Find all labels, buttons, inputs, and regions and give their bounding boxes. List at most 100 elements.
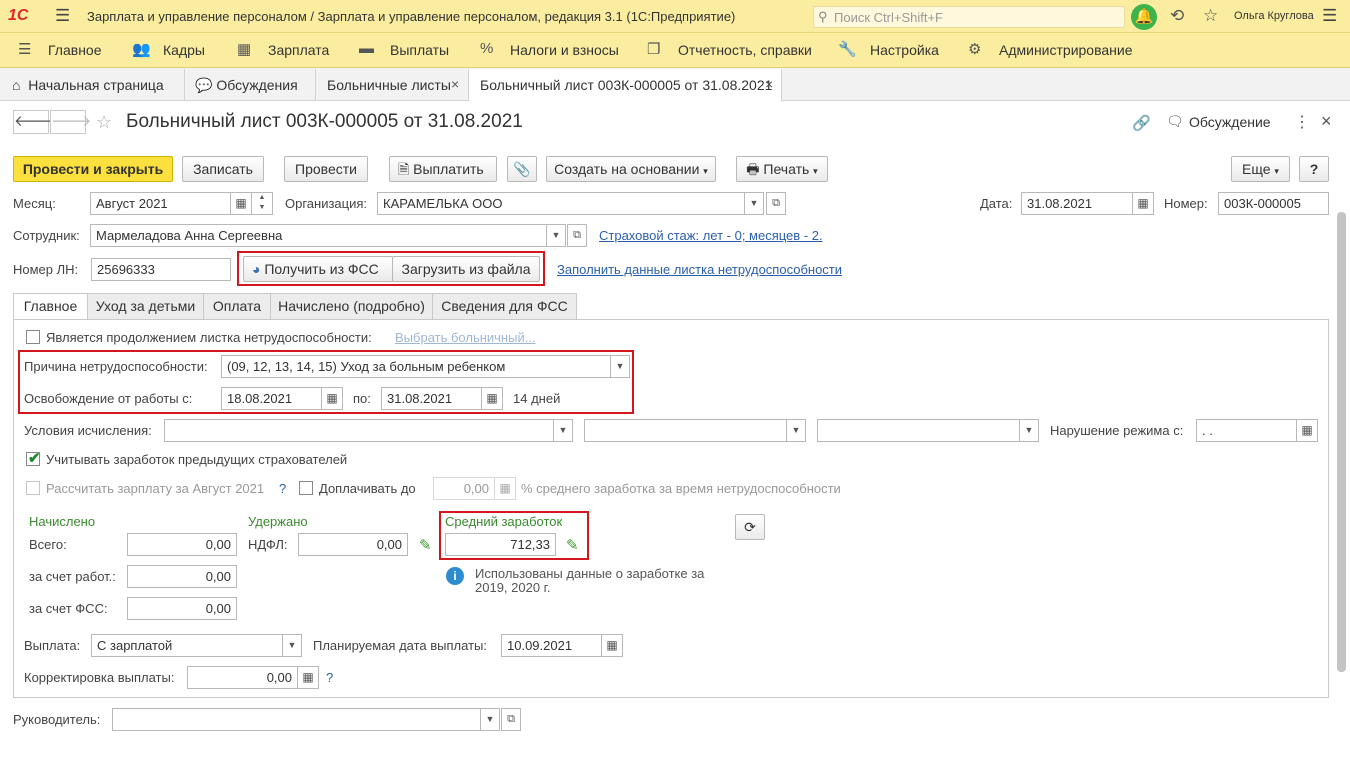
more-button[interactable]: Еще ▾ xyxy=(1231,156,1290,182)
tab-discussions[interactable]: 💬 Обсуждения xyxy=(185,69,316,101)
dropdown-arrow-icon[interactable]: ▼ xyxy=(553,419,573,442)
consider-prev-employers-checkbox[interactable] xyxy=(26,449,41,467)
open-icon[interactable]: ⧉ xyxy=(501,708,521,731)
discussion-link[interactable]: Обсуждение xyxy=(1189,114,1271,130)
menu-taxes[interactable]: Налоги и взносы xyxy=(510,42,619,58)
print-button[interactable]: 🖶 Печать ▾ xyxy=(736,156,828,182)
close-tab-icon[interactable]: × xyxy=(765,76,773,92)
tab-current-document[interactable]: Больничный лист 003К-000005 от 31.08.202… xyxy=(469,69,782,102)
get-from-fss-button[interactable]: ◕ Получить из ФСС xyxy=(243,256,393,282)
calendar-icon[interactable]: ▦ xyxy=(481,387,503,410)
conditions-field-3[interactable] xyxy=(817,419,1020,442)
number-field[interactable]: 003К-000005 xyxy=(1218,192,1329,215)
calculator-icon[interactable]: ▦ xyxy=(297,666,319,689)
form-tab-childcare[interactable]: Уход за детьми xyxy=(87,293,204,320)
month-spinner[interactable]: ▲ ▼ xyxy=(251,192,273,215)
choose-sick-leave-link[interactable]: Выбрать больничный... xyxy=(395,330,536,345)
dropdown-arrow-icon[interactable]: ▼ xyxy=(786,419,806,442)
ln-number-field[interactable]: 25696333 xyxy=(91,258,231,281)
calendar-icon[interactable]: ▦ xyxy=(601,634,623,657)
dropdown-arrow-icon[interactable]: ▼ xyxy=(282,634,302,657)
menu-settings[interactable]: Настройка xyxy=(870,42,939,58)
average-earnings-field[interactable]: 712,33 xyxy=(445,533,556,556)
attach-button[interactable]: 📎 xyxy=(507,156,537,182)
total-accrued-field[interactable]: 0,00 xyxy=(127,533,237,556)
edit-ndfl-pencil-icon[interactable]: ✎ xyxy=(419,536,432,554)
date-field[interactable]: 31.08.2021 xyxy=(1021,192,1133,215)
menu-main[interactable]: Главное xyxy=(48,42,102,58)
form-tab-accrued-detail[interactable]: Начислено (подробно) xyxy=(270,293,433,320)
form-tab-payment[interactable]: Оплата xyxy=(203,293,271,320)
calculator-icon[interactable]: ▦ xyxy=(494,477,516,500)
load-from-file-button[interactable]: Загрузить из файла xyxy=(392,256,540,282)
continuation-checkbox[interactable] xyxy=(26,330,40,344)
top-up-checkbox[interactable] xyxy=(299,481,313,495)
post-button[interactable]: Провести xyxy=(284,156,368,182)
more-actions-icon[interactable]: ⋮ xyxy=(1294,112,1310,132)
employee-field[interactable]: Мармеладова Анна Сергеевна xyxy=(90,224,547,247)
fss-share-field[interactable]: 0,00 xyxy=(127,597,237,620)
create-based-on-button[interactable]: Создать на основании ▾ xyxy=(546,156,716,182)
close-icon[interactable]: × xyxy=(1321,111,1332,132)
calendar-icon[interactable]: ▦ xyxy=(321,387,343,410)
open-icon[interactable]: ⧉ xyxy=(567,224,587,247)
edit-average-pencil-icon[interactable]: ✎ xyxy=(566,536,579,554)
violation-date-field[interactable]: . . xyxy=(1196,419,1297,442)
calendar-icon[interactable]: ▦ xyxy=(1296,419,1318,442)
notifications-bell-icon[interactable]: 🔔 xyxy=(1131,4,1157,30)
calc-salary-help-icon[interactable]: ? xyxy=(279,481,286,496)
form-tab-main[interactable]: Главное xyxy=(13,293,88,320)
form-tab-fss-info[interactable]: Сведения для ФСС xyxy=(432,293,577,320)
correction-help-icon[interactable]: ? xyxy=(326,670,333,685)
correction-field[interactable]: 0,00 xyxy=(187,666,298,689)
payment-field[interactable]: С зарплатой xyxy=(91,634,283,657)
pay-button[interactable]: 🗎 Выплатить xyxy=(389,156,497,182)
reason-field[interactable]: (09, 12, 13, 14, 15) Уход за больным реб… xyxy=(221,355,611,378)
fill-sick-leave-link[interactable]: Заполнить данные листка нетрудоспособнос… xyxy=(557,262,842,277)
menu-salary[interactable]: Зарплата xyxy=(268,42,329,58)
organization-field[interactable]: КАРАМЕЛЬКА ООО xyxy=(377,192,745,215)
top-up-percent-field[interactable]: 0,00 xyxy=(433,477,495,500)
close-tab-icon[interactable]: × xyxy=(451,76,459,92)
open-icon[interactable]: ⧉ xyxy=(766,192,786,215)
dropdown-arrow-icon[interactable]: ▼ xyxy=(480,708,500,731)
forward-button[interactable]: 🡒 xyxy=(50,110,91,134)
menu-payments[interactable]: Выплаты xyxy=(390,42,449,58)
calendar-icon[interactable]: ▦ xyxy=(1132,192,1154,215)
calc-salary-checkbox[interactable] xyxy=(26,481,40,495)
link-icon[interactable]: 🔗 xyxy=(1132,114,1151,132)
dropdown-arrow-icon[interactable]: ▼ xyxy=(1019,419,1039,442)
tab-home[interactable]: ⌂ Начальная страница xyxy=(0,69,185,101)
ndfl-field[interactable]: 0,00 xyxy=(298,533,408,556)
dropdown-arrow-icon[interactable]: ▼ xyxy=(610,355,630,378)
menu-reports[interactable]: Отчетность, справки xyxy=(678,42,812,58)
employer-share-field[interactable]: 0,00 xyxy=(127,565,237,588)
back-button[interactable]: 🡐 xyxy=(13,110,54,134)
main-menu-icon[interactable]: ☰ xyxy=(55,6,70,26)
vertical-scrollbar[interactable] xyxy=(1337,212,1346,672)
dropdown-arrow-icon[interactable]: ▼ xyxy=(744,192,764,215)
search-input[interactable]: ⚲ Поиск Ctrl+Shift+F xyxy=(813,6,1125,28)
conditions-field-2[interactable] xyxy=(584,419,787,442)
favorites-star-icon[interactable]: ☆ xyxy=(1203,6,1218,26)
calendar-icon[interactable]: ▦ xyxy=(230,192,252,215)
release-to-field[interactable]: 31.08.2021 xyxy=(381,387,482,410)
save-button[interactable]: Записать xyxy=(182,156,264,182)
dropdown-arrow-icon[interactable]: ▼ xyxy=(546,224,566,247)
tab-sick-leaves[interactable]: Больничные листы × xyxy=(316,69,469,101)
insurance-experience-link[interactable]: Страховой стаж: лет - 0; месяцев - 2. xyxy=(599,228,823,243)
favorite-star-icon[interactable]: ☆ xyxy=(96,112,112,133)
month-field[interactable]: Август 2021 xyxy=(90,192,231,215)
post-and-close-button[interactable]: Провести и закрыть xyxy=(13,156,173,182)
planned-date-field[interactable]: 10.09.2021 xyxy=(501,634,602,657)
conditions-field-1[interactable] xyxy=(164,419,554,442)
release-from-field[interactable]: 18.08.2021 xyxy=(221,387,322,410)
history-icon[interactable]: ⟲ xyxy=(1170,6,1184,26)
refresh-button[interactable]: ⟳ xyxy=(735,514,765,540)
user-name[interactable]: Ольга Круглова xyxy=(1234,10,1314,22)
settings-menu-icon[interactable]: ☰ xyxy=(1322,6,1337,26)
manager-field[interactable] xyxy=(112,708,481,731)
help-button[interactable]: ? xyxy=(1299,156,1329,182)
menu-staff[interactable]: Кадры xyxy=(163,42,205,58)
menu-admin[interactable]: Администрирование xyxy=(999,42,1133,58)
